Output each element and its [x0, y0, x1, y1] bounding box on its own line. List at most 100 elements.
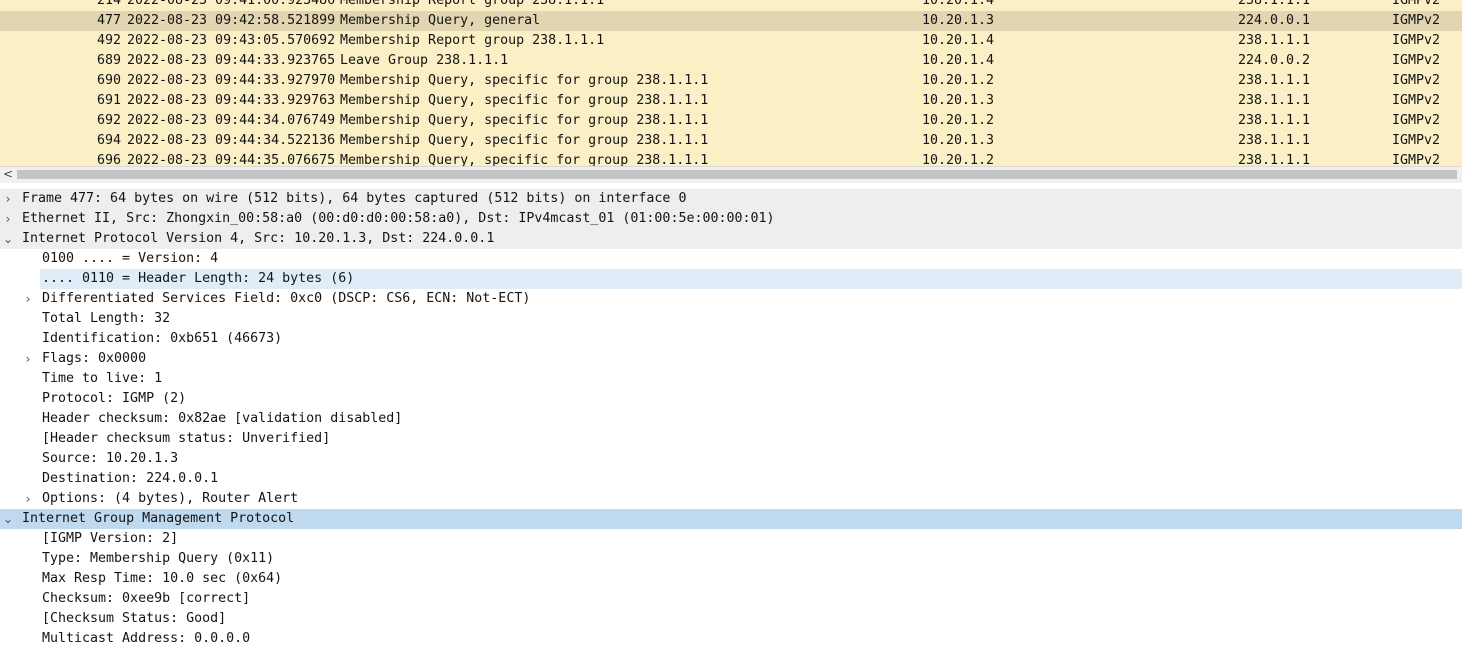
- tree-section[interactable]: › Ethernet II, Src: Zhongxin_00:58:a0 (00…: [0, 209, 1462, 229]
- packet-protocol: IGMPv2: [1392, 13, 1441, 28]
- tree-item-label: [Header checksum status: Unverified]: [42, 431, 331, 446]
- packet-source: 10.20.1.3: [922, 133, 995, 148]
- packet-list[interactable]: 214 2022-08-23 09:41:00.923486 Membership …: [0, 0, 1462, 166]
- tree-field[interactable]: Max Resp Time: 10.0 sec (0x64): [0, 569, 1462, 589]
- tree-field[interactable]: Protocol: IGMP (2): [0, 389, 1462, 409]
- packet-number: 492: [96, 33, 121, 48]
- packet-info: Membership Query, specific for group 238…: [340, 113, 709, 128]
- chevron-right-icon[interactable]: ›: [23, 349, 33, 369]
- packet-row[interactable]: 214 2022-08-23 09:41:00.923486 Membership …: [0, 0, 1462, 11]
- packet-source: 10.20.1.4: [922, 53, 995, 68]
- tree-item-label: Type: Membership Query (0x11): [42, 551, 275, 566]
- tree-field[interactable]: › Options: (4 bytes), Router Alert: [0, 489, 1462, 509]
- tree-field[interactable]: Source: 10.20.1.3: [0, 449, 1462, 469]
- tree-field[interactable]: [Checksum Status: Good]: [0, 609, 1462, 629]
- packet-number: 692: [96, 113, 121, 128]
- packet-destination: 238.1.1.1: [1238, 0, 1311, 8]
- packet-number: 214: [96, 0, 121, 8]
- tree-item-label: Source: 10.20.1.3: [42, 451, 179, 466]
- packet-destination: 238.1.1.1: [1238, 153, 1311, 166]
- packet-number: 477: [96, 13, 121, 28]
- tree-field[interactable]: Destination: 224.0.0.1: [0, 469, 1462, 489]
- packet-destination: 238.1.1.1: [1238, 93, 1311, 108]
- tree-field[interactable]: Checksum: 0xee9b [correct]: [0, 589, 1462, 609]
- horizontal-scrollbar[interactable]: <: [0, 166, 1462, 183]
- scrollbar-thumb[interactable]: [17, 170, 1457, 179]
- tree-field[interactable]: [IGMP Version: 2]: [0, 529, 1462, 549]
- scroll-left-arrow-icon[interactable]: <: [0, 167, 16, 183]
- tree-item-label: Options: (4 bytes), Router Alert: [42, 491, 299, 506]
- packet-protocol: IGMPv2: [1392, 53, 1441, 68]
- packet-time: 2022-08-23 09:42:58.521899: [127, 13, 336, 28]
- tree-item-label: [IGMP Version: 2]: [42, 531, 179, 546]
- tree-field[interactable]: Total Length: 32: [0, 309, 1462, 329]
- packet-details-tree[interactable]: › Frame 477: 64 bytes on wire (512 bits),…: [0, 189, 1462, 650]
- packet-source: 10.20.1.4: [922, 0, 995, 8]
- packet-row[interactable]: 492 2022-08-23 09:43:05.570692 Membership …: [0, 31, 1462, 51]
- packet-time: 2022-08-23 09:44:33.929763: [127, 93, 336, 108]
- packet-destination: 224.0.0.2: [1238, 53, 1311, 68]
- tree-field[interactable]: Header checksum: 0x82ae [validation disa…: [0, 409, 1462, 429]
- chevron-right-icon[interactable]: ›: [3, 189, 13, 209]
- tree-item-label: Max Resp Time: 10.0 sec (0x64): [42, 571, 283, 586]
- packet-protocol: IGMPv2: [1392, 33, 1441, 48]
- tree-field[interactable]: 0100 .... = Version: 4: [0, 249, 1462, 269]
- tree-field[interactable]: Time to live: 1: [0, 369, 1462, 389]
- packet-protocol: IGMPv2: [1392, 153, 1441, 166]
- tree-item-label: Time to live: 1: [42, 371, 163, 386]
- packet-row[interactable]: 691 2022-08-23 09:44:33.929763 Membership …: [0, 91, 1462, 111]
- packet-info: Leave Group 238.1.1.1: [340, 53, 509, 68]
- chevron-down-icon[interactable]: ⌄: [3, 229, 13, 249]
- packet-source: 10.20.1.3: [922, 93, 995, 108]
- tree-field[interactable]: Type: Membership Query (0x11): [0, 549, 1462, 569]
- tree-field[interactable]: › Flags: 0x0000: [0, 349, 1462, 369]
- packet-row[interactable]: 696 2022-08-23 09:44:35.076675 Membership …: [0, 151, 1462, 166]
- tree-item-label: Frame 477: 64 bytes on wire (512 bits), …: [22, 191, 687, 206]
- packet-source: 10.20.1.2: [922, 113, 995, 128]
- packet-time: 2022-08-23 09:44:33.923765: [127, 53, 336, 68]
- chevron-down-icon[interactable]: ⌄: [3, 509, 13, 529]
- packet-row[interactable]: 690 2022-08-23 09:44:33.927970 Membership …: [0, 71, 1462, 91]
- packet-number: 689: [96, 53, 121, 68]
- tree-section[interactable]: › Frame 477: 64 bytes on wire (512 bits),…: [0, 189, 1462, 209]
- packet-row[interactable]: 477 2022-08-23 09:42:58.521899 Membership …: [0, 11, 1462, 31]
- packet-time: 2022-08-23 09:44:33.927970: [127, 73, 336, 88]
- packet-time: 2022-08-23 09:43:05.570692: [127, 33, 336, 48]
- tree-item-label: Destination: 224.0.0.1: [42, 471, 219, 486]
- tree-field[interactable]: Multicast Address: 0.0.0.0: [0, 629, 1462, 649]
- tree-item-label: Identification: 0xb651 (46673): [42, 331, 283, 346]
- packet-source: 10.20.1.2: [922, 73, 995, 88]
- packet-number: 690: [96, 73, 121, 88]
- packet-protocol: IGMPv2: [1392, 0, 1441, 8]
- packet-source: 10.20.1.2: [922, 153, 995, 166]
- tree-field[interactable]: .... 0110 = Header Length: 24 bytes (6): [40, 269, 1462, 289]
- tree-item-label: .... 0110 = Header Length: 24 bytes (6): [42, 271, 355, 286]
- packet-row[interactable]: 694 2022-08-23 09:44:34.522136 Membership …: [0, 131, 1462, 151]
- tree-field[interactable]: › Differentiated Services Field: 0xc0 (DS…: [0, 289, 1462, 309]
- chevron-right-icon[interactable]: ›: [3, 209, 13, 229]
- packet-time: 2022-08-23 09:44:34.076749: [127, 113, 336, 128]
- packet-info: Membership Query, specific for group 238…: [340, 93, 709, 108]
- packet-info: Membership Report group 238.1.1.1: [340, 33, 605, 48]
- tree-item-label: [Checksum Status: Good]: [42, 611, 227, 626]
- chevron-right-icon[interactable]: ›: [23, 289, 33, 309]
- packet-destination: 224.0.0.1: [1238, 13, 1311, 28]
- packet-time: 2022-08-23 09:44:34.522136: [127, 133, 336, 148]
- tree-section[interactable]: ⌄ Internet Group Management Protocol: [0, 509, 1462, 529]
- tree-item-label: Differentiated Services Field: 0xc0 (DSC…: [42, 291, 531, 306]
- packet-time: 2022-08-23 09:41:00.923486: [127, 0, 336, 8]
- packet-info: Membership Query, specific for group 238…: [340, 153, 709, 166]
- tree-field[interactable]: Identification: 0xb651 (46673): [0, 329, 1462, 349]
- tree-item-label: Ethernet II, Src: Zhongxin_00:58:a0 (00:…: [22, 211, 775, 226]
- tree-section[interactable]: ⌄ Internet Protocol Version 4, Src: 10.20…: [0, 229, 1462, 249]
- chevron-right-icon[interactable]: ›: [23, 489, 33, 509]
- packet-row[interactable]: 689 2022-08-23 09:44:33.923765 Leave Group…: [0, 51, 1462, 71]
- tree-item-label: Flags: 0x0000: [42, 351, 147, 366]
- packet-number: 694: [96, 133, 121, 148]
- packet-protocol: IGMPv2: [1392, 133, 1441, 148]
- packet-info: Membership Query, specific for group 238…: [340, 73, 709, 88]
- packet-row[interactable]: 692 2022-08-23 09:44:34.076749 Membership …: [0, 111, 1462, 131]
- packet-destination: 238.1.1.1: [1238, 33, 1311, 48]
- packet-number: 691: [96, 93, 121, 108]
- tree-field[interactable]: [Header checksum status: Unverified]: [0, 429, 1462, 449]
